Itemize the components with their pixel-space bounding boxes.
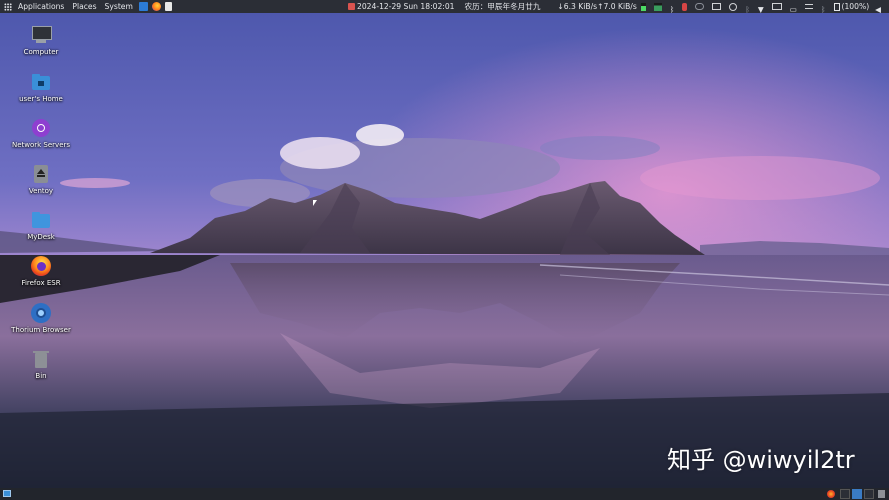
bluetooth-alt-icon[interactable]: ᛒ (745, 3, 750, 14)
net-down-speed: 6.3 KiB/s (563, 2, 598, 11)
trash-applet-icon[interactable] (878, 490, 885, 498)
desktop-icon-label: Bin (35, 372, 47, 380)
battery-percent: (100%) (841, 2, 870, 11)
desktop-icon-computer[interactable]: Computer (6, 25, 76, 56)
workspace-1[interactable] (840, 489, 850, 499)
panel-icon[interactable] (804, 4, 813, 9)
volume-icon[interactable]: ◀ (875, 3, 881, 14)
computer-icon (31, 25, 52, 45)
desktop-icon-label: MyDesk (27, 233, 55, 241)
taskbar-firefox-icon[interactable] (827, 490, 835, 498)
menu-system[interactable]: System (101, 0, 137, 13)
top-panel: Applications Places System 2024-12-29 Su… (0, 0, 889, 14)
desktop-icon-home[interactable]: user's Home (6, 72, 76, 103)
menu-places[interactable]: Places (68, 0, 100, 13)
battery-icon[interactable] (833, 2, 840, 11)
zhihu-watermark: 知乎 @wiwyil2tr (667, 446, 855, 474)
calendar-icon (348, 3, 355, 10)
desktop-icon-label: Network Servers (11, 141, 71, 149)
workspace-3[interactable] (864, 489, 874, 499)
sound-settings-icon[interactable]: ▭ (790, 3, 797, 14)
text-editor-launcher-icon[interactable] (164, 2, 172, 11)
eject-drive-icon (31, 164, 51, 184)
network-icon (31, 118, 51, 138)
thorium-icon (31, 303, 51, 323)
workspace-2[interactable] (852, 489, 862, 499)
screen-icon[interactable] (771, 3, 782, 10)
bottom-panel (0, 488, 889, 500)
trash-icon (31, 349, 51, 369)
lunar-date: 农历：甲辰年冬月廿九 (464, 2, 541, 11)
cpu-graph-icon[interactable] (640, 2, 646, 11)
cloud-sync-icon[interactable] (695, 3, 705, 10)
menu-applications[interactable]: Applications (14, 0, 68, 13)
desktop-icon-label: Computer (23, 48, 59, 56)
folder-icon (31, 210, 51, 230)
bluetooth-icon[interactable]: ᛒ (670, 3, 675, 14)
keyboard-icon[interactable] (712, 3, 722, 10)
usb-icon[interactable]: ᛒ (821, 3, 826, 14)
desktop-icon-network[interactable]: Network Servers (6, 118, 76, 149)
wifi-icon[interactable]: ▼ (758, 3, 764, 14)
clock[interactable]: 2024-12-29 Sun 18:02:01 (357, 0, 455, 13)
desktop-icon-bin[interactable]: Bin (6, 349, 76, 380)
desktop-icon-label: Ventoy (28, 187, 54, 195)
firefox-launcher-icon[interactable] (151, 2, 161, 11)
desktop-icon-label: user's Home (19, 95, 63, 103)
desktop-wallpaper (0, 13, 889, 488)
memory-graph-icon[interactable] (653, 2, 662, 11)
desktop-icon-ventoy[interactable]: Ventoy (6, 164, 76, 195)
desktop-icon-firefox[interactable]: Firefox ESR (6, 256, 76, 287)
firefox-icon (31, 256, 51, 276)
app-grid-icon[interactable] (4, 2, 12, 11)
security-icon[interactable] (682, 2, 688, 11)
desktop-icon-label: Firefox ESR (21, 279, 61, 287)
home-folder-icon (31, 72, 51, 92)
desktop-icon-thorium[interactable]: Thorium Browser (6, 303, 76, 334)
desktop-icon-label: Thorium Browser (11, 326, 71, 334)
show-desktop-icon[interactable] (3, 490, 11, 497)
vscode-launcher-icon[interactable] (138, 2, 148, 11)
mouse-cursor-icon (313, 200, 317, 206)
desktop-icon-mydesk[interactable]: MyDesk (6, 210, 76, 241)
net-up-speed: 7.0 KiB/s (603, 2, 637, 11)
sync-icon[interactable] (729, 2, 738, 11)
